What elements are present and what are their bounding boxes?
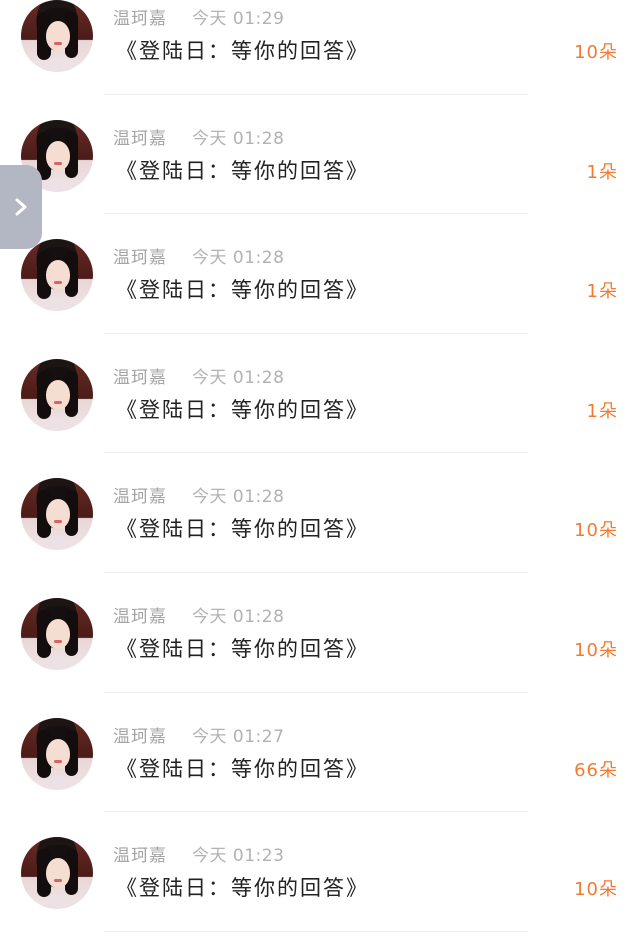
timestamp: 今天 01:28 [192, 367, 285, 388]
sender-name: 温珂嘉 [113, 128, 167, 149]
timestamp: 今天 01:28 [192, 606, 285, 627]
avatar[interactable] [21, 358, 93, 431]
avatar[interactable] [21, 239, 93, 312]
timestamp: 今天 01:28 [192, 487, 285, 508]
list-item[interactable]: 温珂嘉 今天 01:28 《登陆日：等你的回答》 1朵 [0, 214, 640, 334]
list-item[interactable]: 温珂嘉 今天 01:28 《登陆日：等你的回答》 10朵 [0, 573, 640, 693]
avatar[interactable] [21, 597, 93, 670]
flower-count: 10朵 [574, 639, 618, 661]
flower-count: 1朵 [586, 161, 618, 183]
list-item[interactable]: 温珂嘉 今天 01:28 《登陆日：等你的回答》 10朵 [0, 453, 640, 573]
sender-name: 温珂嘉 [113, 487, 167, 508]
sender-name: 温珂嘉 [113, 606, 167, 627]
list-item[interactable]: 温珂嘉 今天 01:28 《登陆日：等你的回答》 1朵 [0, 334, 640, 454]
message-list: 温珂嘉 今天 01:29 《登陆日：等你的回答》 10朵 温珂嘉 今天 01:2… [0, 0, 640, 932]
message-text: 《登陆日：等你的回答》 [116, 278, 369, 303]
flower-count: 66朵 [574, 759, 618, 781]
message-text: 《登陆日：等你的回答》 [116, 636, 369, 661]
timestamp: 今天 01:27 [192, 726, 285, 747]
avatar[interactable] [21, 717, 93, 790]
flower-count: 1朵 [586, 281, 618, 303]
side-expand-tab[interactable] [0, 165, 42, 249]
chevron-right-icon [15, 198, 27, 216]
sender-name: 温珂嘉 [113, 846, 167, 867]
message-text: 《登陆日：等你的回答》 [116, 876, 369, 901]
message-text: 《登陆日：等你的回答》 [116, 39, 369, 63]
sender-name: 温珂嘉 [113, 248, 167, 269]
message-text: 《登陆日：等你的回答》 [116, 517, 369, 542]
timestamp: 今天 01:29 [192, 9, 285, 29]
timestamp: 今天 01:23 [192, 846, 285, 867]
sender-name: 温珂嘉 [113, 726, 167, 747]
message-text: 《登陆日：等你的回答》 [116, 397, 369, 422]
divider [104, 930, 528, 932]
sender-name: 温珂嘉 [113, 9, 167, 29]
flower-count: 10朵 [574, 520, 618, 542]
timestamp: 今天 01:28 [192, 128, 285, 149]
message-text: 《登陆日：等你的回答》 [116, 756, 369, 781]
flower-count: 10朵 [574, 42, 618, 63]
list-item[interactable]: 温珂嘉 今天 01:29 《登陆日：等你的回答》 10朵 [0, 0, 640, 95]
message-text: 《登陆日：等你的回答》 [116, 158, 369, 183]
flower-count: 10朵 [574, 879, 618, 901]
list-item[interactable]: 温珂嘉 今天 01:23 《登陆日：等你的回答》 10朵 [0, 812, 640, 932]
avatar[interactable] [21, 837, 93, 910]
avatar[interactable] [21, 478, 93, 551]
list-item[interactable]: 温珂嘉 今天 01:28 《登陆日：等你的回答》 1朵 [0, 95, 640, 215]
list-item[interactable]: 温珂嘉 今天 01:27 《登陆日：等你的回答》 66朵 [0, 693, 640, 813]
timestamp: 今天 01:28 [192, 248, 285, 269]
avatar[interactable] [21, 0, 93, 72]
flower-count: 1朵 [586, 400, 618, 422]
sender-name: 温珂嘉 [113, 367, 167, 388]
